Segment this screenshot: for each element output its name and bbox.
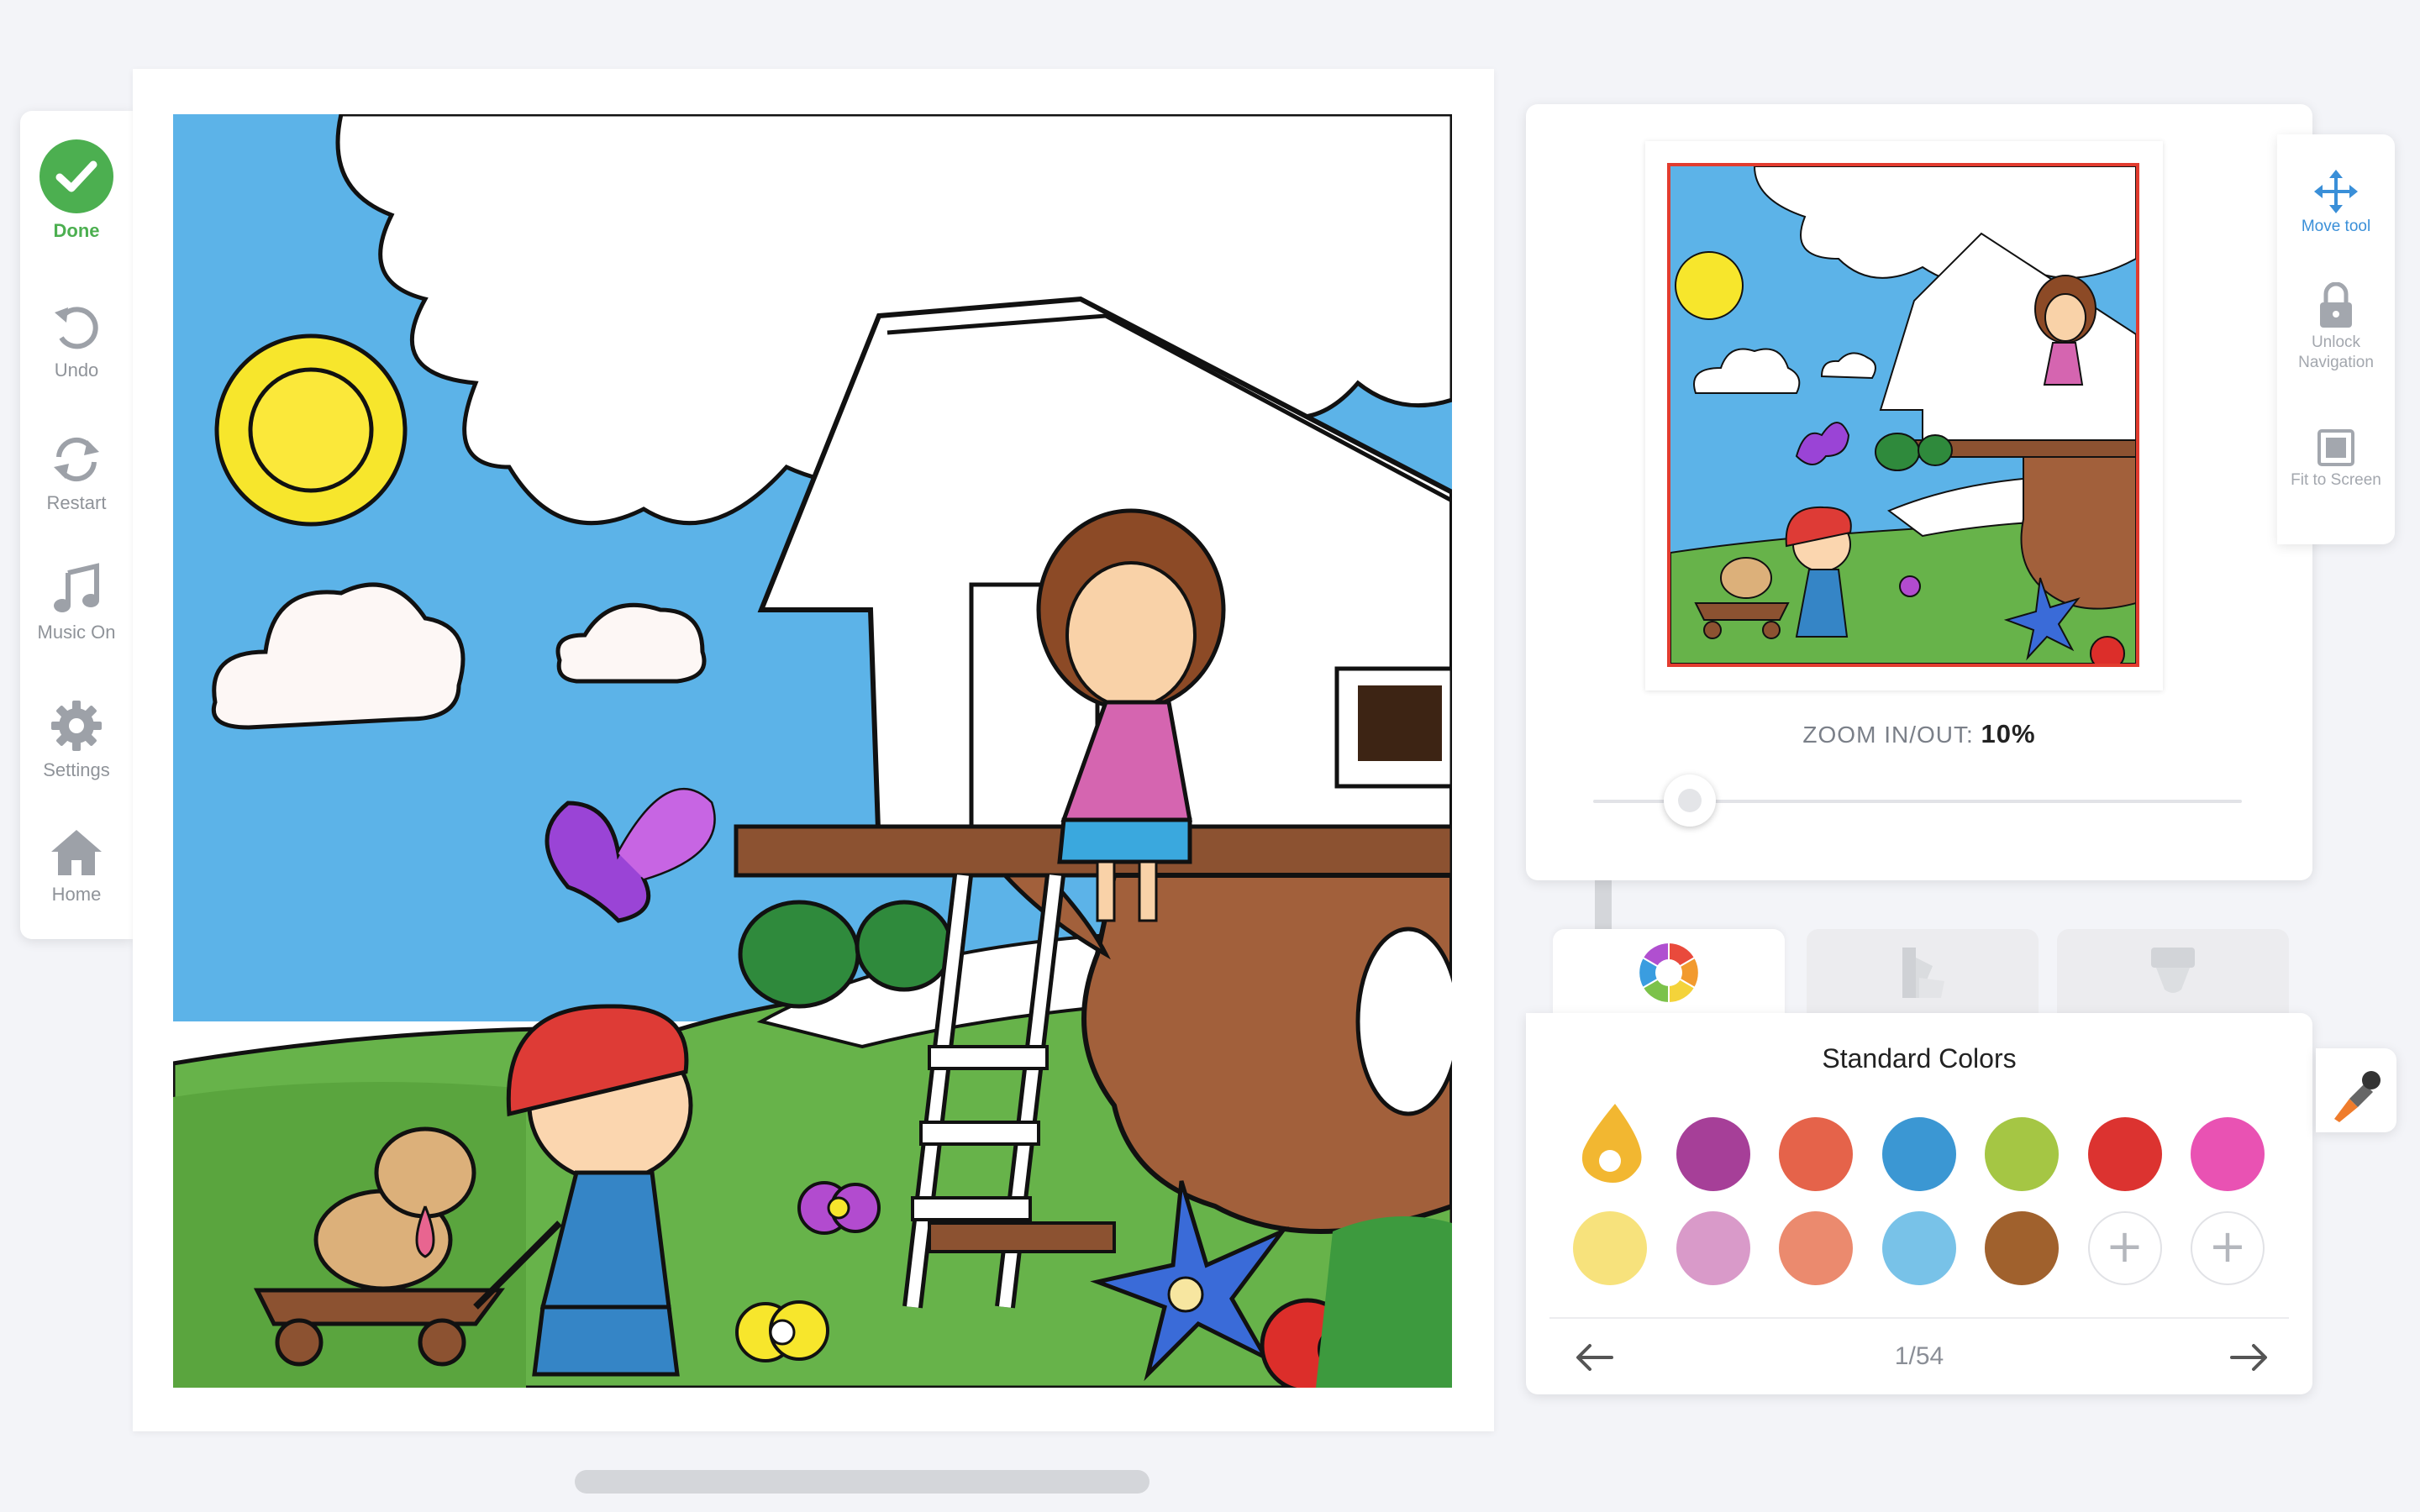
zoom-value: 10% xyxy=(1981,719,2036,748)
music-toggle[interactable]: Music On xyxy=(20,563,133,643)
tab-textures[interactable] xyxy=(2057,929,2289,1016)
navigation-tools: Move tool Unlock Navigation Fit to Scree… xyxy=(2277,134,2395,544)
palette-divider xyxy=(1549,1317,2289,1319)
color-swatch[interactable] xyxy=(2087,1117,2162,1191)
unlock-navigation-button[interactable]: Unlock Navigation xyxy=(2277,282,2395,373)
navigator-panel: ZOOM IN/OUT: 10% xyxy=(1526,104,2312,880)
color-swatch[interactable] xyxy=(1881,1211,1956,1285)
flower-yellow xyxy=(735,1300,829,1362)
selected-color-drop-icon xyxy=(1581,1104,1642,1183)
eyedropper-button[interactable] xyxy=(2316,1048,2396,1132)
flower-purple xyxy=(797,1181,881,1235)
color-swatch[interactable] xyxy=(1779,1117,1853,1191)
home-label: Home xyxy=(51,884,102,905)
add-color-button[interactable]: + xyxy=(2191,1211,2265,1285)
move-tool-label: Move tool xyxy=(2301,218,2371,235)
add-color-button[interactable]: + xyxy=(2087,1211,2162,1285)
gear-icon xyxy=(51,701,102,751)
zoom-readout: ZOOM IN/OUT: 10% xyxy=(1526,719,2312,749)
next-page-arrow-icon[interactable] xyxy=(2223,1332,2274,1383)
color-swatch[interactable] xyxy=(1985,1211,2059,1285)
move-tool-button[interactable]: Move tool xyxy=(2277,170,2395,237)
music-label: Music On xyxy=(37,622,116,643)
color-swatch[interactable] xyxy=(1573,1211,1647,1285)
zoom-label: ZOOM IN/OUT: xyxy=(1802,722,1974,748)
fit-to-screen-button[interactable]: Fit to Screen xyxy=(2277,428,2395,491)
patterns-icon xyxy=(1902,948,1944,998)
undo-label: Undo xyxy=(54,360,99,381)
move-arrows-icon xyxy=(2314,170,2358,213)
color-wheel-icon xyxy=(1638,941,1700,1005)
restart-button[interactable]: Restart xyxy=(20,433,133,514)
sun-shape xyxy=(214,333,408,527)
home-button[interactable]: Home xyxy=(20,827,133,906)
palette-title: Standard Colors xyxy=(1822,1043,2017,1074)
canvas-panel xyxy=(133,69,1612,1494)
lock-icon xyxy=(2320,282,2352,328)
restart-label: Restart xyxy=(46,492,107,513)
settings-label: Settings xyxy=(43,759,110,780)
unlock-navigation-label: Unlock Navigation xyxy=(2298,333,2374,371)
palette-page-indicator: 1/54 xyxy=(1894,1342,1944,1370)
zoom-slider-handle[interactable] xyxy=(1664,774,1716,827)
color-swatch-selected[interactable] xyxy=(1573,1104,1647,1191)
undo-icon xyxy=(55,307,98,349)
artwork-thumbnail xyxy=(1670,166,2136,664)
navigator-thumbnail-frame xyxy=(1645,141,2163,690)
fit-to-screen-label: Fit to Screen xyxy=(2291,471,2381,489)
music-note-icon xyxy=(54,563,99,612)
texture-brush-icon xyxy=(2151,948,2195,993)
home-icon xyxy=(51,830,102,875)
done-button[interactable]: Done xyxy=(20,139,133,242)
tab-patterns[interactable] xyxy=(1807,929,2039,1016)
tab-colors[interactable] xyxy=(1553,929,1785,1016)
horizontal-scrollbar[interactable] xyxy=(575,1470,1150,1494)
color-swatch[interactable] xyxy=(2191,1117,2265,1191)
tool-sidebar: Done Undo Restart Music On Settings Home xyxy=(20,111,133,939)
treehouse-artwork[interactable] xyxy=(173,114,1452,1388)
settings-button[interactable]: Settings xyxy=(20,699,133,781)
restart-icon xyxy=(54,437,99,482)
checkmark-icon xyxy=(39,139,113,213)
coloring-canvas[interactable] xyxy=(173,114,1452,1388)
color-swatch[interactable] xyxy=(1676,1117,1750,1191)
fit-screen-icon xyxy=(2317,429,2354,466)
color-swatch[interactable] xyxy=(1676,1211,1750,1285)
color-palette-panel: Standard Colors + + 1/54 xyxy=(1526,1013,2312,1394)
color-swatch[interactable] xyxy=(1881,1117,1956,1191)
done-label: Done xyxy=(53,220,100,241)
color-swatch[interactable] xyxy=(1985,1117,2059,1191)
eyedropper-icon xyxy=(2334,1071,2381,1122)
undo-button[interactable]: Undo xyxy=(20,302,133,381)
color-swatch[interactable] xyxy=(1779,1211,1853,1285)
navigator-viewport[interactable] xyxy=(1667,163,2139,667)
